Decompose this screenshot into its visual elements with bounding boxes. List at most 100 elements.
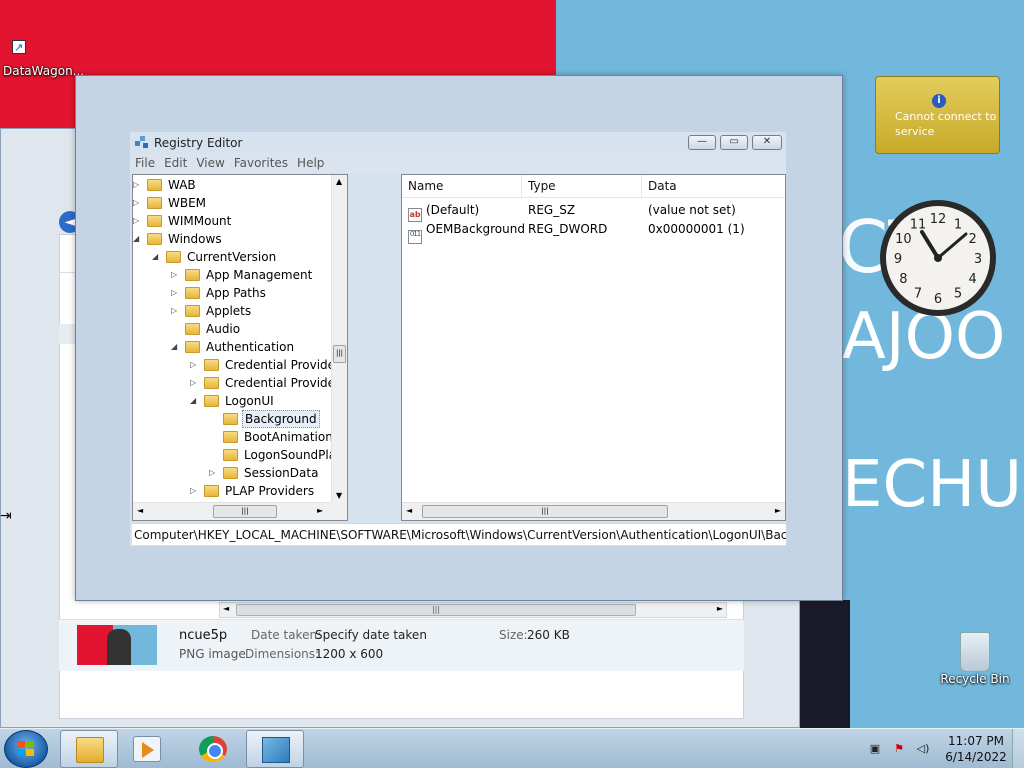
expand-toggle-icon[interactable]: ▷ (133, 212, 143, 230)
tree-node[interactable]: ▷ PLAP Providers (190, 482, 316, 500)
expand-toggle-icon[interactable]: ◢ (171, 338, 181, 356)
weather-gadget[interactable]: i Cannot connect to service (875, 76, 1000, 154)
menu-favorites[interactable]: Favorites (229, 154, 292, 170)
recycle-bin-icon (960, 632, 990, 672)
column-header-name[interactable]: Name (402, 175, 522, 198)
column-header-data[interactable]: Data (642, 175, 785, 198)
maximize-button[interactable]: ▭ (720, 135, 748, 150)
tree-horizontal-scrollbar[interactable]: ◄ ||| ► (133, 502, 347, 520)
scroll-down-icon[interactable]: ▼ (336, 491, 342, 500)
expand-toggle-icon[interactable]: ▷ (190, 482, 200, 500)
start-button[interactable] (4, 730, 48, 768)
tree-node-label: LogonUI (225, 394, 274, 408)
taskbar-chrome-button[interactable] (184, 730, 242, 768)
scroll-up-icon[interactable]: ▲ (336, 177, 342, 186)
tree-node[interactable]: ▷ App Management (171, 266, 314, 284)
pane-splitter[interactable] (348, 174, 400, 521)
scroll-thumb[interactable]: ||| (333, 345, 346, 363)
info-icon: i (932, 94, 946, 108)
tree-node[interactable]: ◢ Windows (133, 230, 224, 248)
tree-node[interactable]: ▷ SessionData (209, 464, 320, 482)
clock-date[interactable]: 6/14/2022 (942, 750, 1010, 764)
clock-gadget[interactable]: 12 1 2 3 4 5 6 7 8 9 10 11 (876, 196, 1000, 320)
media-player-icon (133, 736, 161, 762)
expand-toggle-icon[interactable]: ◢ (190, 392, 200, 410)
registry-values-list[interactable]: Name Type Data ab (Default) REG_SZ (value… (401, 174, 786, 521)
file-type: PNG image (179, 647, 246, 661)
expand-toggle-icon[interactable]: ▷ (171, 302, 181, 320)
tree-node[interactable]: ◢ Authentication (171, 338, 296, 356)
expand-toggle-icon[interactable]: ▷ (133, 194, 143, 212)
tree-node[interactable]: ▷ WAB (133, 176, 198, 194)
tree-node[interactable]: ▷ Credential Providers (190, 374, 347, 392)
show-desktop-button[interactable] (1012, 729, 1024, 768)
tree-node[interactable]: ◢ LogonUI (190, 392, 276, 410)
menu-help[interactable]: Help (292, 154, 328, 170)
folder-icon (204, 395, 219, 407)
date-taken-value[interactable]: Specify date taken (315, 628, 427, 642)
menu-view[interactable]: View (191, 154, 228, 170)
title-bar[interactable]: Registry Editor — ▭ ✕ (130, 132, 786, 154)
registry-editor-window[interactable]: Registry Editor — ▭ ✕ File Edit View Favori… (130, 132, 786, 546)
tree-vertical-scrollbar[interactable]: ▲ ||| ▼ (331, 175, 347, 502)
details-pane: ncue5p PNG image Date taken: Specify dat… (59, 619, 744, 671)
expand-toggle-icon[interactable]: ▷ (171, 284, 181, 302)
close-button[interactable]: ✕ (752, 135, 782, 150)
minimize-button[interactable]: — (688, 135, 716, 150)
tree-node[interactable]: ▷ Credential Provider F (190, 356, 347, 374)
taskbar-regedit-button[interactable] (246, 730, 304, 768)
expand-toggle-icon[interactable]: ▷ (190, 356, 200, 374)
shortcut-icon: ↗ (12, 40, 34, 62)
expand-toggle-icon[interactable]: ◢ (152, 248, 162, 266)
tree-node[interactable]: BootAnimation (223, 428, 335, 446)
desktop-icon-recycle-bin[interactable]: Recycle Bin (940, 632, 1010, 686)
clock-numeral: 11 (910, 217, 927, 232)
clock-time[interactable]: 11:07 PM (942, 734, 1010, 748)
tree-node[interactable]: ▷ Applets (171, 302, 253, 320)
image-thumbnail (77, 625, 157, 665)
volume-icon[interactable]: ◁) (916, 742, 930, 756)
tree-node[interactable]: Audio (185, 320, 242, 338)
scroll-thumb[interactable]: ||| (422, 505, 668, 518)
action-center-icon[interactable]: ⚑ (892, 742, 906, 756)
menu-file[interactable]: File (130, 154, 159, 170)
scroll-left-icon[interactable]: ◄ (137, 506, 143, 515)
value-data: 0x00000001 (1) (648, 222, 745, 236)
tree-node[interactable]: ◢ CurrentVersion (152, 248, 278, 266)
scroll-thumb[interactable]: ||| (213, 505, 277, 518)
scroll-left-icon[interactable]: ◄ (223, 604, 229, 613)
tree-node[interactable]: ▷ WBEM (133, 194, 208, 212)
taskbar-explorer-button[interactable] (60, 730, 118, 768)
registry-key-tree[interactable]: ▷ WAB ▷ WBEM ▷ WIMMount ◢ Windows ◢ CurrentVersio… (132, 174, 348, 521)
desktop-icon-datawagon[interactable]: ↗ DataWagon... (0, 10, 84, 78)
folder-icon (204, 485, 219, 497)
tree-node[interactable]: Background (223, 410, 320, 428)
expand-toggle-icon[interactable]: ▷ (190, 374, 200, 392)
values-horizontal-scrollbar[interactable]: ◄ ||| ► (402, 502, 785, 520)
tree-node[interactable]: ▷ App Paths (171, 284, 268, 302)
folder-icon (204, 377, 219, 389)
expand-toggle-icon[interactable]: ▷ (209, 464, 219, 482)
menu-edit[interactable]: Edit (159, 154, 191, 170)
explorer-horizontal-scrollbar[interactable]: ◄ ||| ► (219, 602, 727, 618)
tree-node[interactable]: ▷ WIMMount (133, 212, 233, 230)
scroll-right-icon[interactable]: ► (317, 506, 323, 515)
scroll-left-icon[interactable]: ◄ (406, 506, 412, 515)
value-row[interactable]: ab (Default) REG_SZ (value not set) (402, 201, 785, 222)
network-icon[interactable]: ▣ (868, 742, 882, 756)
tree-node-label: SessionData (244, 466, 319, 480)
column-header-type[interactable]: Type (522, 175, 642, 198)
folder-icon (204, 359, 219, 371)
value-row[interactable]: 011 OEMBackground REG_DWORD 0x00000001 (1… (402, 220, 785, 244)
taskbar-media-player-button[interactable] (118, 730, 176, 768)
expand-toggle-icon[interactable]: ◢ (133, 230, 143, 248)
expand-toggle-icon[interactable]: ▷ (171, 266, 181, 284)
value-type: REG_SZ (528, 203, 576, 217)
scroll-right-icon[interactable]: ► (775, 506, 781, 515)
tree-node-label: Credential Providers (225, 376, 347, 390)
scroll-thumb[interactable]: ||| (236, 604, 636, 616)
clock-face: 12 12 3 45678 9 1011 (880, 200, 996, 316)
expand-toggle-icon[interactable]: ▷ (133, 176, 143, 194)
tree-node[interactable]: LogonSoundPlay (223, 446, 345, 464)
scroll-right-icon[interactable]: ► (717, 604, 723, 613)
